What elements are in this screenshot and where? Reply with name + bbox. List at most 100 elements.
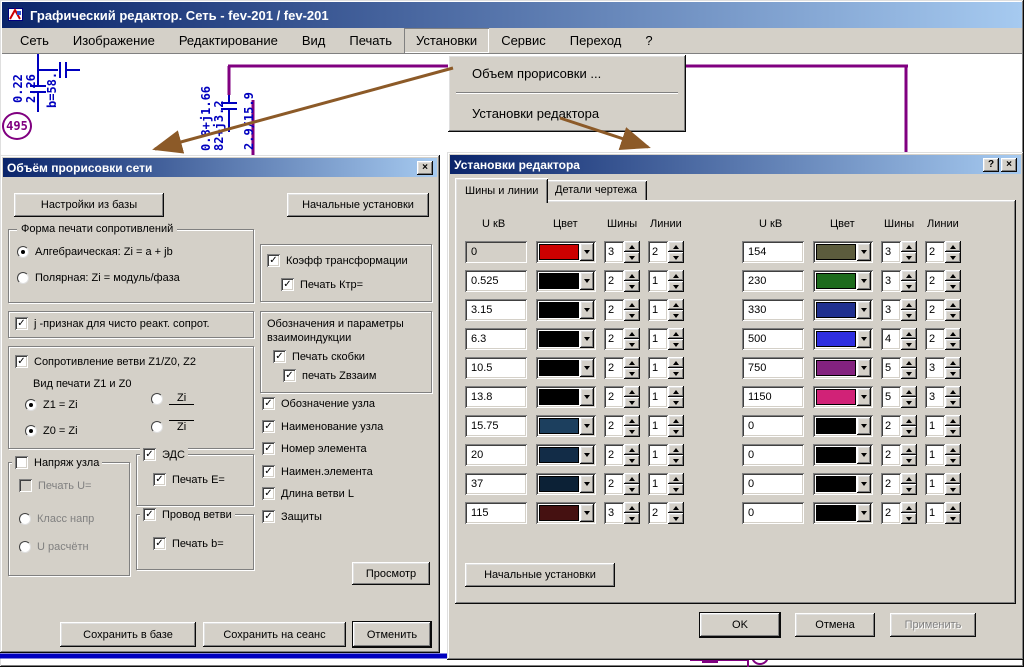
voltage-value-field[interactable]: 10.5 (465, 357, 527, 379)
spinner-down-icon[interactable] (901, 252, 917, 263)
line-width-spinner[interactable]: 3 (925, 357, 961, 379)
color-dropdown[interactable] (536, 241, 596, 263)
color-dropdown[interactable] (536, 270, 596, 292)
cancel-button[interactable]: Отменить (353, 622, 431, 647)
spinner-up-icon[interactable] (945, 270, 961, 281)
checkbox-print-b[interactable]: ✓ Печать b= (153, 537, 224, 550)
line-width-spinner[interactable]: 2 (648, 241, 684, 263)
line-width-spinner[interactable]: 1 (925, 502, 961, 524)
checkbox-transformation-coeff[interactable]: ✓ Коэфф трансформации (267, 254, 408, 267)
color-dropdown[interactable] (813, 444, 873, 466)
menu-settings[interactable]: Установки (404, 28, 489, 53)
spinner-up-icon[interactable] (624, 299, 640, 310)
spinner-down-icon[interactable] (624, 397, 640, 408)
voltage-value-field[interactable]: 0 (742, 444, 804, 466)
spinner-up-icon[interactable] (668, 357, 684, 368)
spinner-down-icon[interactable] (624, 281, 640, 292)
spinner-up-icon[interactable] (668, 502, 684, 513)
spinner-down-icon[interactable] (668, 252, 684, 263)
spinner-down-icon[interactable] (945, 368, 961, 379)
spinner-up-icon[interactable] (945, 502, 961, 513)
dialog-title-bar[interactable]: Установки редактора ? × (450, 155, 1021, 174)
checkbox-print-ktr[interactable]: ✓ Печать Ктр= (281, 278, 363, 291)
bus-width-spinner[interactable]: 5 (881, 357, 917, 379)
line-width-spinner[interactable]: 2 (925, 299, 961, 321)
menu-help[interactable]: ? (633, 28, 664, 53)
bus-width-spinner[interactable]: 2 (604, 386, 640, 408)
spinner-up-icon[interactable] (901, 415, 917, 426)
spinner-up-icon[interactable] (668, 270, 684, 281)
line-width-spinner[interactable]: 1 (925, 415, 961, 437)
radio-z1-fraction[interactable]: Zi (151, 392, 194, 405)
dialog-title-bar[interactable]: Объём прорисовки сети × (3, 158, 437, 177)
voltage-value-field[interactable]: 0 (465, 241, 527, 263)
spinner-up-icon[interactable] (624, 502, 640, 513)
bus-width-spinner[interactable]: 2 (604, 473, 640, 495)
color-dropdown[interactable] (813, 473, 873, 495)
bus-width-spinner[interactable]: 2 (604, 299, 640, 321)
radio-polar[interactable]: Полярная: Zi = модуль/фаза (17, 272, 180, 284)
tab-drawing-details[interactable]: Детали чертежа (545, 180, 647, 200)
chevron-down-icon[interactable] (580, 475, 594, 493)
line-width-spinner[interactable]: 1 (648, 299, 684, 321)
spinner-up-icon[interactable] (668, 328, 684, 339)
settings-from-base-button[interactable]: Настройки из базы (14, 193, 164, 217)
spinner-up-icon[interactable] (945, 415, 961, 426)
line-width-spinner[interactable]: 2 (925, 270, 961, 292)
radio-voltage-class[interactable]: Класс напр (19, 513, 94, 525)
spinner-up-icon[interactable] (668, 444, 684, 455)
voltage-value-field[interactable]: 154 (742, 241, 804, 263)
color-dropdown[interactable] (536, 357, 596, 379)
chevron-down-icon[interactable] (580, 446, 594, 464)
line-width-spinner[interactable]: 2 (925, 328, 961, 350)
spinner-up-icon[interactable] (624, 328, 640, 339)
save-for-session-button[interactable]: Сохранить на сеанс (203, 622, 346, 647)
radio-z1-equals-zi[interactable]: Z1 = Zi (25, 399, 78, 411)
voltage-value-field[interactable]: 1150 (742, 386, 804, 408)
menu-transition[interactable]: Переход (558, 28, 634, 53)
chevron-down-icon[interactable] (580, 272, 594, 290)
bus-width-spinner[interactable]: 2 (604, 328, 640, 350)
bus-width-spinner[interactable]: 3 (604, 502, 640, 524)
spinner-down-icon[interactable] (624, 426, 640, 437)
line-width-spinner[interactable]: 1 (648, 328, 684, 350)
spinner-up-icon[interactable] (624, 473, 640, 484)
checkbox-branch-conductance[interactable]: ✓ Провод ветви (140, 508, 235, 521)
spinner-down-icon[interactable] (945, 484, 961, 495)
line-width-spinner[interactable]: 2 (648, 502, 684, 524)
spinner-up-icon[interactable] (668, 415, 684, 426)
chevron-down-icon[interactable] (857, 475, 871, 493)
menu-print[interactable]: Печать (337, 28, 404, 53)
spinner-up-icon[interactable] (945, 473, 961, 484)
bus-width-spinner[interactable]: 2 (881, 415, 917, 437)
spinner-up-icon[interactable] (901, 386, 917, 397)
voltage-value-field[interactable]: 115 (465, 502, 527, 524)
line-width-spinner[interactable]: 2 (925, 241, 961, 263)
spinner-down-icon[interactable] (945, 310, 961, 321)
color-dropdown[interactable] (536, 415, 596, 437)
voltage-value-field[interactable]: 230 (742, 270, 804, 292)
spinner-down-icon[interactable] (624, 310, 640, 321)
chevron-down-icon[interactable] (580, 388, 594, 406)
bus-width-spinner[interactable]: 5 (881, 386, 917, 408)
spinner-down-icon[interactable] (901, 310, 917, 321)
spinner-down-icon[interactable] (668, 484, 684, 495)
checkbox-print-zvzaim[interactable]: ✓ печать Zвзаим (283, 369, 376, 382)
bus-width-spinner[interactable]: 3 (881, 299, 917, 321)
spinner-down-icon[interactable] (901, 281, 917, 292)
bus-width-spinner[interactable]: 2 (881, 444, 917, 466)
spinner-up-icon[interactable] (624, 357, 640, 368)
spinner-down-icon[interactable] (668, 455, 684, 466)
line-width-spinner[interactable]: 1 (648, 415, 684, 437)
spinner-down-icon[interactable] (624, 484, 640, 495)
save-in-base-button[interactable]: Сохранить в базе (60, 622, 196, 647)
chevron-down-icon[interactable] (857, 388, 871, 406)
checkbox-print-u[interactable]: ✓ Печать U= (19, 479, 91, 492)
voltage-value-field[interactable]: 330 (742, 299, 804, 321)
bus-width-spinner[interactable]: 3 (881, 270, 917, 292)
voltage-value-field[interactable]: 0 (742, 502, 804, 524)
close-icon[interactable]: × (1001, 158, 1017, 172)
line-width-spinner[interactable]: 1 (648, 473, 684, 495)
spinner-down-icon[interactable] (668, 368, 684, 379)
spinner-up-icon[interactable] (668, 241, 684, 252)
